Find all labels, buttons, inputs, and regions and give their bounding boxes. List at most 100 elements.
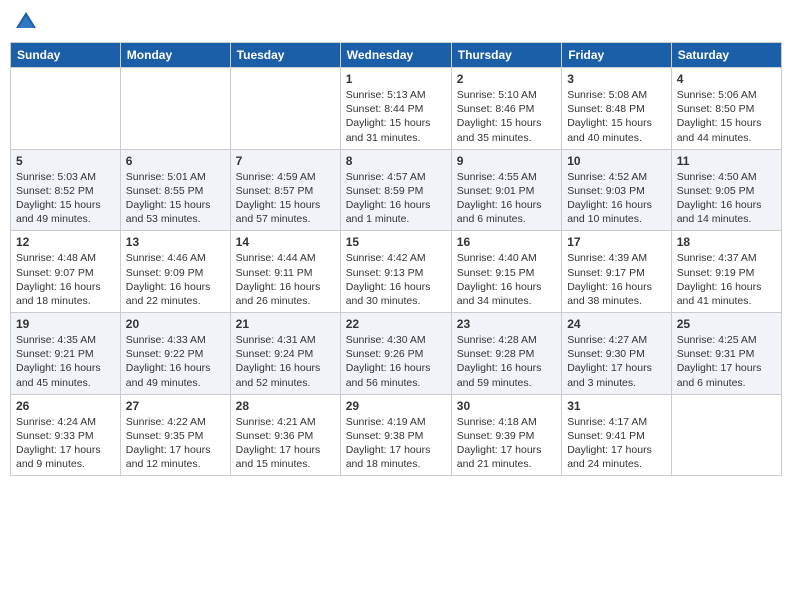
logo xyxy=(14,10,42,34)
day-info: Sunrise: 4:33 AMSunset: 9:22 PMDaylight:… xyxy=(126,333,225,390)
day-number: 6 xyxy=(126,154,225,168)
day-number: 10 xyxy=(567,154,666,168)
day-info: Sunrise: 4:59 AMSunset: 8:57 PMDaylight:… xyxy=(236,170,335,227)
day-number: 13 xyxy=(126,235,225,249)
day-number: 18 xyxy=(677,235,776,249)
calendar-cell: 26Sunrise: 4:24 AMSunset: 9:33 PMDayligh… xyxy=(11,394,121,476)
calendar-cell: 27 Sunrise: 4:22 AMSunset: 9:35 PMDayligh… xyxy=(120,394,230,476)
day-number: 27 xyxy=(126,399,225,413)
day-number: 1 xyxy=(346,72,446,86)
calendar-cell: 5Sunrise: 5:03 AMSunset: 8:52 PMDaylight… xyxy=(11,149,121,231)
day-number: 2 xyxy=(457,72,556,86)
calendar-cell: 31 Sunrise: 4:17 AMSunset: 9:41 PMDayligh… xyxy=(562,394,672,476)
calendar-cell: 4 Sunrise: 5:06 AMSunset: 8:50 PMDaylight… xyxy=(671,68,781,150)
calendar-cell: 23 Sunrise: 4:28 AMSunset: 9:28 PMDayligh… xyxy=(451,313,561,395)
calendar-cell xyxy=(671,394,781,476)
calendar-cell: 7 Sunrise: 4:59 AMSunset: 8:57 PMDaylight… xyxy=(230,149,340,231)
calendar-cell: 24Sunrise: 4:27 AMSunset: 9:30 PMDayligh… xyxy=(562,313,672,395)
day-number: 15 xyxy=(346,235,446,249)
day-info: Sunrise: 4:28 AMSunset: 9:28 PMDaylight:… xyxy=(457,333,556,390)
day-number: 12 xyxy=(16,235,115,249)
calendar-table: SundayMondayTuesdayWednesdayThursdayFrid… xyxy=(10,42,782,476)
day-info: Sunrise: 4:31 AMSunset: 9:24 PMDaylight:… xyxy=(236,333,335,390)
calendar-cell: 15 Sunrise: 4:42 AMSunset: 9:13 PMDayligh… xyxy=(340,231,451,313)
day-number: 3 xyxy=(567,72,666,86)
day-info: Sunrise: 5:06 AMSunset: 8:50 PMDaylight:… xyxy=(677,88,776,145)
day-info: Sunrise: 4:35 AMSunset: 9:21 PMDaylight:… xyxy=(16,333,115,390)
header-monday: Monday xyxy=(120,43,230,68)
day-info: Sunrise: 4:21 AMSunset: 9:36 PMDaylight:… xyxy=(236,415,335,472)
calendar-cell: 10Sunrise: 4:52 AMSunset: 9:03 PMDayligh… xyxy=(562,149,672,231)
day-number: 7 xyxy=(236,154,335,168)
calendar-cell: 28 Sunrise: 4:21 AMSunset: 9:36 PMDayligh… xyxy=(230,394,340,476)
calendar-cell: 6 Sunrise: 5:01 AMSunset: 8:55 PMDaylight… xyxy=(120,149,230,231)
header-sunday: Sunday xyxy=(11,43,121,68)
day-info: Sunrise: 5:13 AMSunset: 8:44 PMDaylight:… xyxy=(346,88,446,145)
calendar-cell: 25 Sunrise: 4:25 AMSunset: 9:31 PMDayligh… xyxy=(671,313,781,395)
calendar-cell: 21 Sunrise: 4:31 AMSunset: 9:24 PMDayligh… xyxy=(230,313,340,395)
calendar-week-4: 19 Sunrise: 4:35 AMSunset: 9:21 PMDayligh… xyxy=(11,313,782,395)
day-number: 4 xyxy=(677,72,776,86)
day-info: Sunrise: 4:37 AMSunset: 9:19 PMDaylight:… xyxy=(677,251,776,308)
header-wednesday: Wednesday xyxy=(340,43,451,68)
calendar-cell: 29 Sunrise: 4:19 AMSunset: 9:38 PMDayligh… xyxy=(340,394,451,476)
day-info: Sunrise: 4:57 AMSunset: 8:59 PMDaylight:… xyxy=(346,170,446,227)
day-info: Sunrise: 4:19 AMSunset: 9:38 PMDaylight:… xyxy=(346,415,446,472)
day-number: 23 xyxy=(457,317,556,331)
calendar-cell: 30 Sunrise: 4:18 AMSunset: 9:39 PMDayligh… xyxy=(451,394,561,476)
day-number: 30 xyxy=(457,399,556,413)
day-info: Sunrise: 5:10 AMSunset: 8:46 PMDaylight:… xyxy=(457,88,556,145)
day-number: 29 xyxy=(346,399,446,413)
day-info: Sunrise: 4:24 AMSunset: 9:33 PMDaylight:… xyxy=(16,415,115,472)
day-number: 31 xyxy=(567,399,666,413)
day-number: 25 xyxy=(677,317,776,331)
calendar-cell: 13 Sunrise: 4:46 AMSunset: 9:09 PMDayligh… xyxy=(120,231,230,313)
day-number: 20 xyxy=(126,317,225,331)
day-info: Sunrise: 5:01 AMSunset: 8:55 PMDaylight:… xyxy=(126,170,225,227)
calendar-cell: 20 Sunrise: 4:33 AMSunset: 9:22 PMDayligh… xyxy=(120,313,230,395)
day-number: 9 xyxy=(457,154,556,168)
day-info: Sunrise: 4:25 AMSunset: 9:31 PMDaylight:… xyxy=(677,333,776,390)
calendar-cell: 3 Sunrise: 5:08 AMSunset: 8:48 PMDaylight… xyxy=(562,68,672,150)
calendar-cell: 12 Sunrise: 4:48 AMSunset: 9:07 PMDayligh… xyxy=(11,231,121,313)
day-number: 19 xyxy=(16,317,115,331)
calendar-cell: 9Sunrise: 4:55 AMSunset: 9:01 PMDaylight… xyxy=(451,149,561,231)
day-number: 5 xyxy=(16,154,115,168)
calendar-cell: 22Sunrise: 4:30 AMSunset: 9:26 PMDayligh… xyxy=(340,313,451,395)
day-number: 24 xyxy=(567,317,666,331)
day-info: Sunrise: 4:17 AMSunset: 9:41 PMDaylight:… xyxy=(567,415,666,472)
day-info: Sunrise: 4:22 AMSunset: 9:35 PMDaylight:… xyxy=(126,415,225,472)
day-number: 28 xyxy=(236,399,335,413)
calendar-header-row: SundayMondayTuesdayWednesdayThursdayFrid… xyxy=(11,43,782,68)
day-info: Sunrise: 5:08 AMSunset: 8:48 PMDaylight:… xyxy=(567,88,666,145)
day-info: Sunrise: 4:50 AMSunset: 9:05 PMDaylight:… xyxy=(677,170,776,227)
calendar-week-2: 5Sunrise: 5:03 AMSunset: 8:52 PMDaylight… xyxy=(11,149,782,231)
day-info: Sunrise: 4:46 AMSunset: 9:09 PMDaylight:… xyxy=(126,251,225,308)
header-saturday: Saturday xyxy=(671,43,781,68)
day-info: Sunrise: 4:40 AMSunset: 9:15 PMDaylight:… xyxy=(457,251,556,308)
day-info: Sunrise: 4:44 AMSunset: 9:11 PMDaylight:… xyxy=(236,251,335,308)
day-number: 11 xyxy=(677,154,776,168)
calendar-week-3: 12 Sunrise: 4:48 AMSunset: 9:07 PMDayligh… xyxy=(11,231,782,313)
calendar-week-5: 26Sunrise: 4:24 AMSunset: 9:33 PMDayligh… xyxy=(11,394,782,476)
header-tuesday: Tuesday xyxy=(230,43,340,68)
calendar-cell: 14Sunrise: 4:44 AMSunset: 9:11 PMDayligh… xyxy=(230,231,340,313)
calendar-cell: 1 Sunrise: 5:13 AMSunset: 8:44 PMDaylight… xyxy=(340,68,451,150)
day-number: 17 xyxy=(567,235,666,249)
header-friday: Friday xyxy=(562,43,672,68)
calendar-cell: 2 Sunrise: 5:10 AMSunset: 8:46 PMDaylight… xyxy=(451,68,561,150)
calendar-cell: 19 Sunrise: 4:35 AMSunset: 9:21 PMDayligh… xyxy=(11,313,121,395)
day-info: Sunrise: 4:48 AMSunset: 9:07 PMDaylight:… xyxy=(16,251,115,308)
calendar-cell: 16 Sunrise: 4:40 AMSunset: 9:15 PMDayligh… xyxy=(451,231,561,313)
day-info: Sunrise: 4:42 AMSunset: 9:13 PMDaylight:… xyxy=(346,251,446,308)
calendar-cell: 8 Sunrise: 4:57 AMSunset: 8:59 PMDaylight… xyxy=(340,149,451,231)
calendar-cell xyxy=(120,68,230,150)
day-info: Sunrise: 4:39 AMSunset: 9:17 PMDaylight:… xyxy=(567,251,666,308)
page-header xyxy=(10,10,782,34)
day-number: 16 xyxy=(457,235,556,249)
day-number: 21 xyxy=(236,317,335,331)
calendar-cell xyxy=(230,68,340,150)
day-number: 8 xyxy=(346,154,446,168)
day-info: Sunrise: 4:18 AMSunset: 9:39 PMDaylight:… xyxy=(457,415,556,472)
calendar-cell: 18 Sunrise: 4:37 AMSunset: 9:19 PMDayligh… xyxy=(671,231,781,313)
